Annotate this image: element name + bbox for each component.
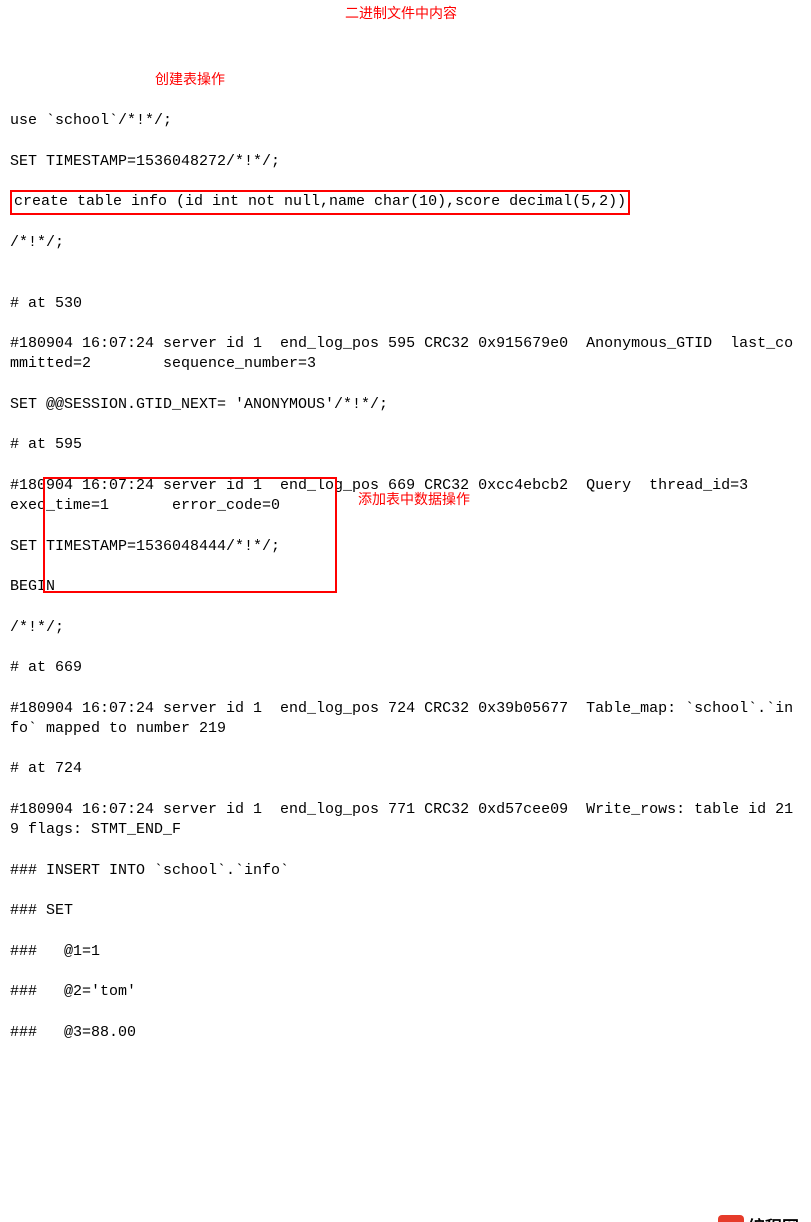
code-line: ### INSERT INTO `school`.`info` [10, 861, 801, 881]
code-line: SET TIMESTAMP=1536048444/*!*/; [10, 537, 801, 557]
annotation-insert-data: 添加表中数据操作 [358, 490, 470, 509]
code-line: /*!*/; [10, 233, 801, 253]
annotation-create-table: 创建表操作 [155, 70, 225, 89]
code-line: ### @2='tom' [10, 982, 801, 1002]
highlight-create-table: create table info (id int not null,name … [10, 190, 630, 214]
site-logo: lsl 编程网 [718, 1215, 799, 1222]
code-line: SET @@SESSION.GTID_NEXT= 'ANONYMOUS'/*!*… [10, 395, 801, 415]
code-line: # at 669 [10, 658, 801, 678]
code-line-create-table: create table info (id int not null,name … [10, 192, 801, 212]
code-line: BEGIN [10, 577, 801, 597]
code-line: use `school`/*!*/; [10, 111, 801, 131]
code-line: #180904 16:07:24 server id 1 end_log_pos… [10, 699, 801, 740]
code-line: # at 724 [10, 759, 801, 779]
logo-text: 编程网 [748, 1217, 799, 1222]
code-line: /*!*/; [10, 618, 801, 638]
code-line: ### @1=1 [10, 942, 801, 962]
annotation-binary-content: 二进制文件中内容 [345, 4, 457, 23]
code-line: #180904 16:07:24 server id 1 end_log_pos… [10, 334, 801, 375]
code-line: #180904 16:07:24 server id 1 end_log_pos… [10, 800, 801, 841]
logo-icon: lsl [718, 1215, 744, 1222]
code-line: ### SET [10, 901, 801, 921]
code-line: SET TIMESTAMP=1536048272/*!*/; [10, 152, 801, 172]
code-line: ### @3=88.00 [10, 1023, 801, 1043]
code-line: # at 530 [10, 294, 801, 314]
code-line: # at 595 [10, 435, 801, 455]
